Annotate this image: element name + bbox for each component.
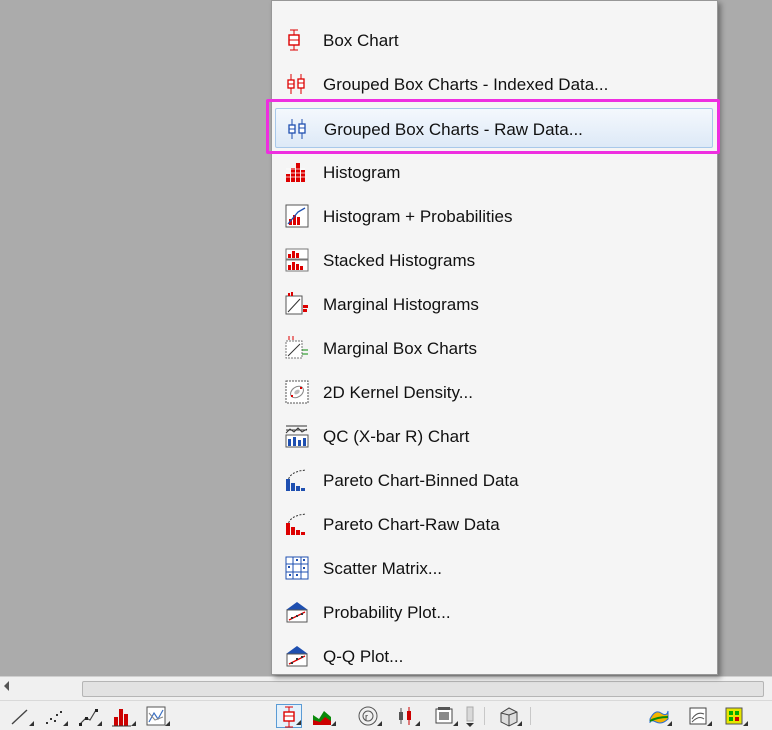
scrollbar-thumb[interactable] bbox=[82, 681, 764, 697]
menu-item-label: Grouped Box Charts - Raw Data... bbox=[324, 120, 583, 139]
menu-item-stacked-histograms[interactable]: Stacked Histograms bbox=[275, 240, 713, 280]
template-icon[interactable] bbox=[432, 704, 458, 728]
scatter-matrix-icon bbox=[285, 556, 309, 580]
scroll-left-arrow-icon[interactable] bbox=[4, 681, 9, 691]
svg-text:r: r bbox=[365, 712, 368, 722]
multi-panel-icon[interactable] bbox=[144, 704, 170, 728]
menu-item-label: 2D Kernel Density... bbox=[323, 383, 473, 402]
menu-item-histogram-probabilities[interactable]: Histogram + Probabilities bbox=[275, 196, 713, 236]
toolbar-overflow-icon[interactable] bbox=[462, 704, 476, 728]
menu-item-label: QC (X-bar R) Chart bbox=[323, 427, 470, 446]
menu-item-label: Box Chart bbox=[323, 31, 399, 50]
grouped-box-raw-icon bbox=[286, 117, 310, 141]
menu-item-grouped-box-indexed[interactable]: Grouped Box Charts - Indexed Data... bbox=[275, 64, 713, 104]
menu-item-label: Histogram bbox=[323, 163, 401, 182]
menu-item-box-chart[interactable]: Box Chart bbox=[275, 20, 713, 60]
kernel-density-icon bbox=[285, 380, 309, 404]
menu-item-label: Scatter Matrix... bbox=[323, 559, 443, 578]
marginal-histograms-icon bbox=[285, 292, 309, 316]
menu-item-grouped-box-raw[interactable]: Grouped Box Charts - Raw Data... bbox=[275, 108, 713, 148]
menu-item-label: Q-Q Plot... bbox=[323, 647, 404, 666]
pareto-raw-icon bbox=[285, 512, 309, 536]
menu-item-pareto-binned[interactable]: Pareto Chart-Binned Data bbox=[275, 460, 713, 500]
toolbar-separator bbox=[530, 707, 531, 725]
qq-plot-icon bbox=[285, 644, 309, 668]
menu-item-marginal-histograms[interactable]: Marginal Histograms bbox=[275, 284, 713, 324]
menu-item-2d-kernel-density[interactable]: 2D Kernel Density... bbox=[275, 372, 713, 412]
menu-item-label: Probability Plot... bbox=[323, 603, 451, 622]
menu-item-histogram[interactable]: Histogram bbox=[275, 152, 713, 192]
graph-toolbar: r bbox=[0, 700, 772, 730]
line-symbol-icon[interactable] bbox=[76, 704, 102, 728]
box-chart-icon bbox=[285, 28, 309, 52]
area-icon[interactable] bbox=[310, 704, 336, 728]
line-icon[interactable] bbox=[8, 704, 34, 728]
column-icon[interactable] bbox=[110, 704, 136, 728]
matrix-image-icon[interactable] bbox=[722, 704, 748, 728]
qc-chart-icon bbox=[285, 424, 309, 448]
horizontal-scrollbar[interactable] bbox=[0, 676, 772, 701]
menu-item-qq-plot[interactable]: Q-Q Plot... bbox=[275, 636, 713, 676]
histogram-probabilities-icon bbox=[285, 204, 309, 228]
menu-item-qc-chart[interactable]: QC (X-bar R) Chart bbox=[275, 416, 713, 456]
menu-item-label: Pareto Chart-Binned Data bbox=[323, 471, 519, 490]
contour-icon[interactable] bbox=[686, 704, 712, 728]
scatter-icon[interactable] bbox=[42, 704, 68, 728]
box-chart-dropdown-menu: Box Chart Grouped Box Charts - Indexed D… bbox=[271, 0, 718, 675]
3d-surface-icon[interactable] bbox=[646, 704, 672, 728]
menu-item-label: Histogram + Probabilities bbox=[323, 207, 513, 226]
menu-item-label: Marginal Box Charts bbox=[323, 339, 478, 358]
3d-icon[interactable] bbox=[496, 704, 522, 728]
grouped-box-indexed-icon bbox=[285, 72, 309, 96]
menu-item-scatter-matrix[interactable]: Scatter Matrix... bbox=[275, 548, 713, 588]
menu-item-label: Marginal Histograms bbox=[323, 295, 479, 314]
probability-plot-icon bbox=[285, 600, 309, 624]
stacked-histograms-icon bbox=[285, 248, 309, 272]
menu-item-pareto-raw[interactable]: Pareto Chart-Raw Data bbox=[275, 504, 713, 544]
polar-icon[interactable]: r bbox=[356, 704, 382, 728]
marginal-box-charts-icon bbox=[285, 336, 309, 360]
stock-icon[interactable] bbox=[394, 704, 420, 728]
menu-item-label: Stacked Histograms bbox=[323, 251, 476, 270]
histogram-icon bbox=[285, 160, 309, 184]
menu-item-probability-plot[interactable]: Probability Plot... bbox=[275, 592, 713, 632]
menu-item-label: Grouped Box Charts - Indexed Data... bbox=[323, 75, 609, 94]
toolbar-separator bbox=[484, 707, 485, 725]
menu-item-label: Pareto Chart-Raw Data bbox=[323, 515, 500, 534]
box-chart-icon[interactable] bbox=[276, 704, 302, 728]
menu-item-marginal-box-charts[interactable]: Marginal Box Charts bbox=[275, 328, 713, 368]
pareto-binned-icon bbox=[285, 468, 309, 492]
